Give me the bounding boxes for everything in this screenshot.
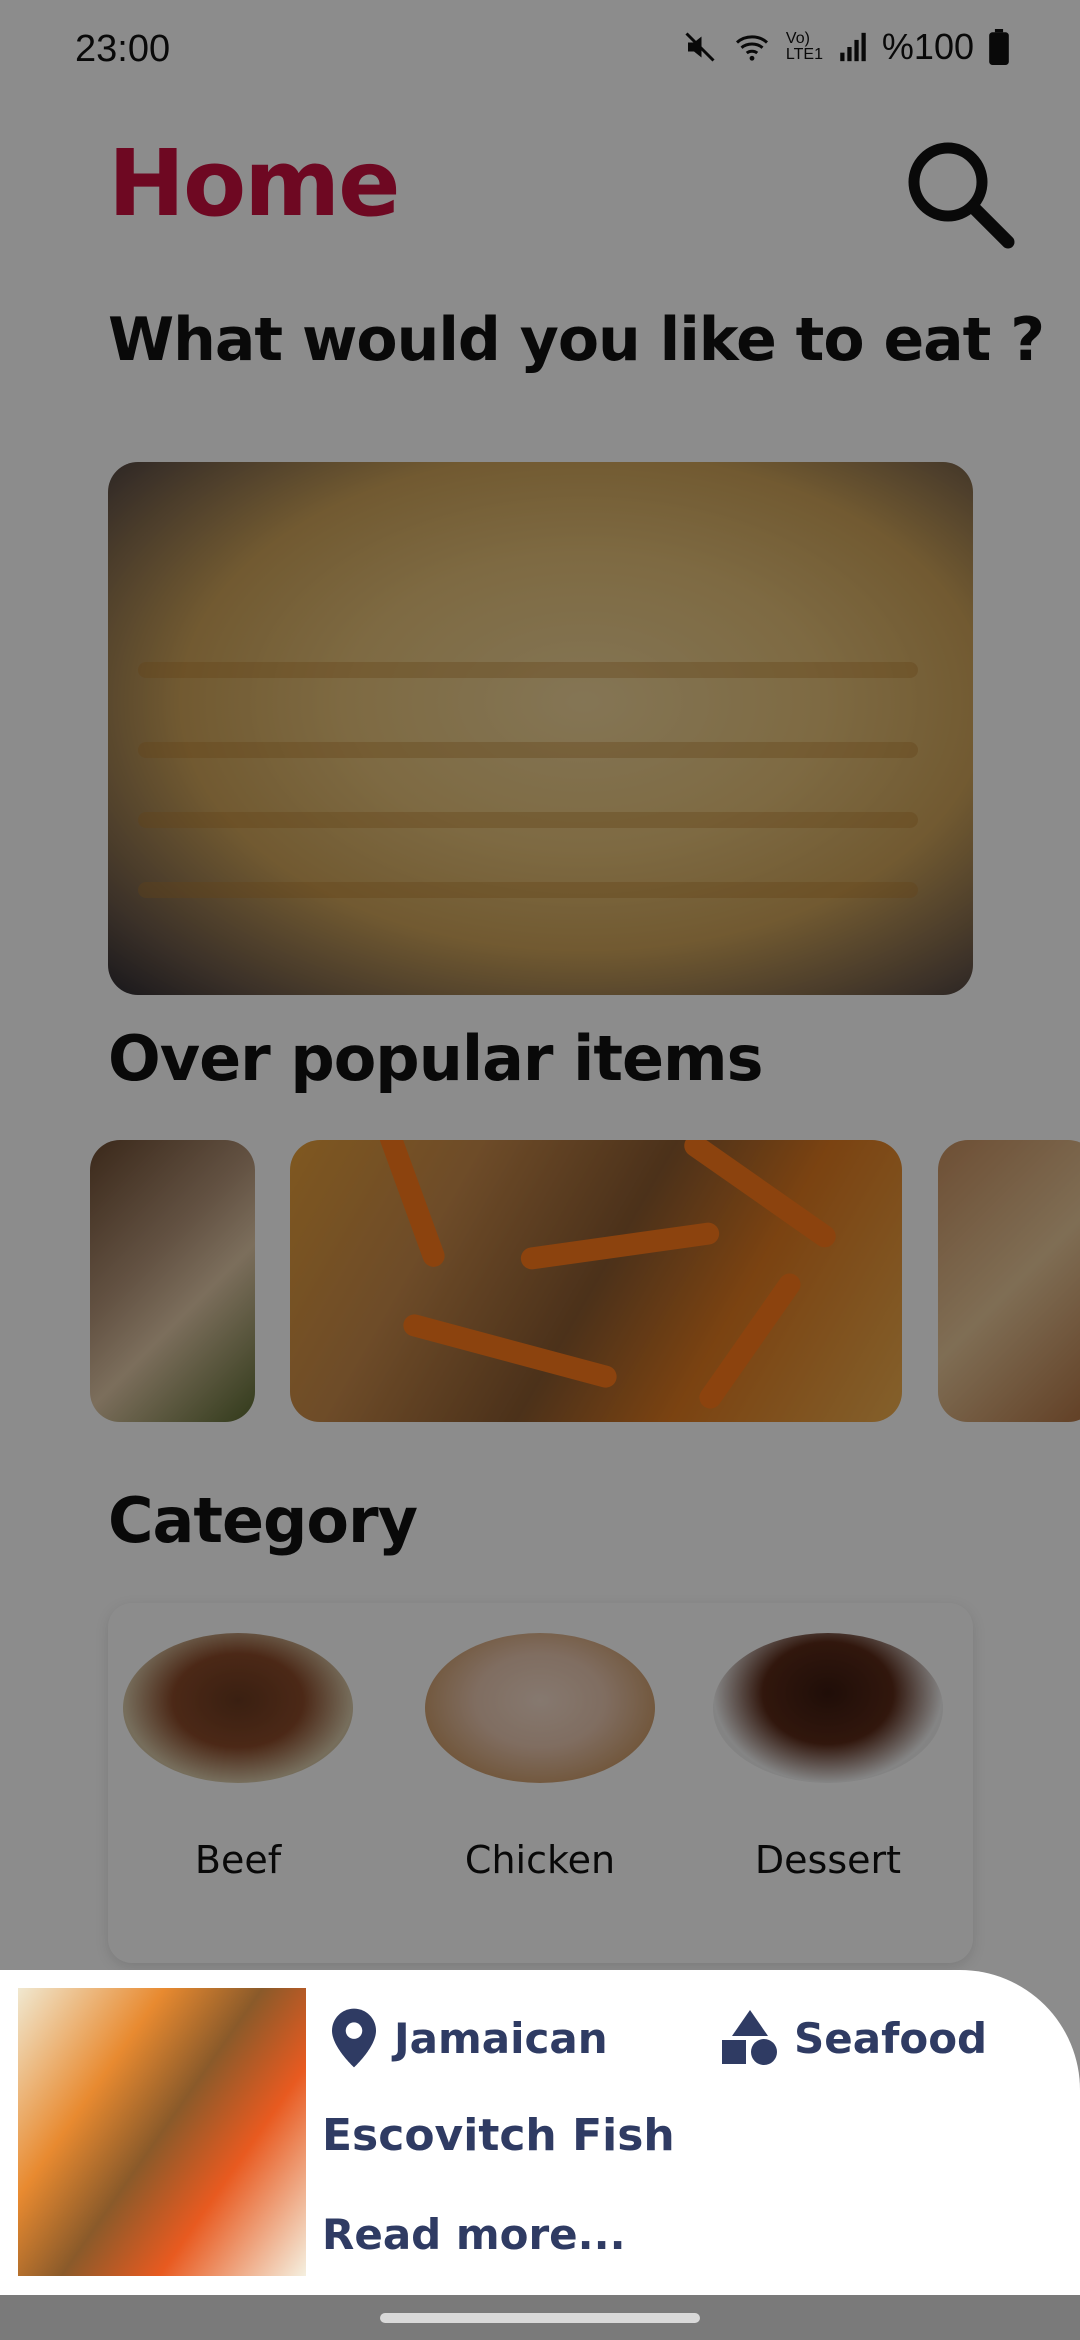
location-pin-icon (332, 2008, 376, 2068)
meal-thumbnail[interactable] (18, 1988, 306, 2276)
meal-area-label: Jamaican (394, 2013, 608, 2063)
category-shapes-icon (722, 2010, 777, 2065)
read-more-link[interactable]: Read more... (322, 2210, 626, 2259)
gesture-nav-bar (0, 2295, 1080, 2340)
meal-area: Jamaican (332, 2008, 608, 2068)
meal-name: Escovitch Fish (322, 2110, 675, 2161)
home-screen: 23:00 Vo) LTE1 %100 Home What would you … (0, 0, 1080, 2340)
meal-category-label: Seafood (794, 2013, 988, 2063)
meal-category: Seafood (720, 2008, 987, 2068)
meal-bottom-sheet[interactable]: Jamaican Seafood Escovitch Fish Read mor… (0, 1970, 1080, 2295)
home-gesture-handle[interactable] (380, 2313, 700, 2323)
